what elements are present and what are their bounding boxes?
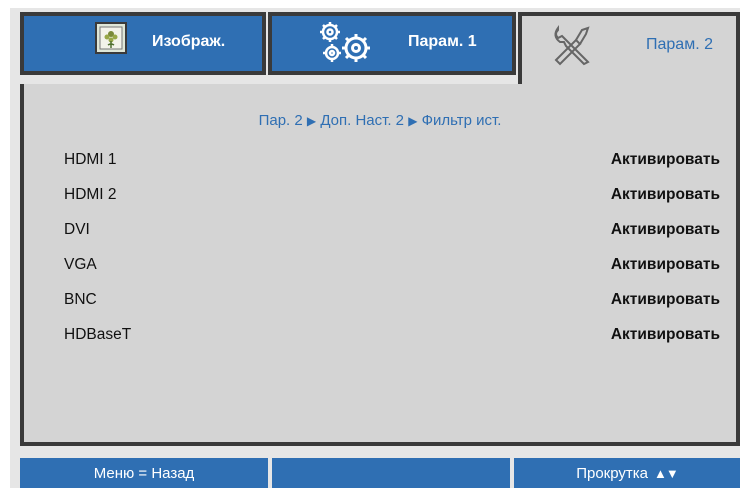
item-label: BNC [64,291,97,308]
footer-middle [272,458,510,488]
up-down-arrows-icon: ▲▼ [654,465,679,481]
footer-scroll-hint: Прокрутка ▲▼ [514,458,740,488]
triangle-right-icon: ▶ [408,114,418,128]
tab-params-1[interactable]: Парам. 1 [268,12,516,75]
list-item-hdmi2[interactable]: HDMI 2 Активировать [64,186,720,210]
list-item-dvi[interactable]: DVI Активировать [64,221,720,245]
breadcrumb: Пар. 2 ▶ Доп. Наст. 2 ▶ Фильтр ист. [24,112,736,129]
gears-icon [316,20,376,71]
item-value[interactable]: Активировать [611,186,720,204]
breadcrumb-item: Пар. 2 [258,112,303,129]
item-label: DVI [64,221,90,238]
footer-right-label: Прокрутка [576,464,649,482]
item-value[interactable]: Активировать [611,256,720,274]
item-label: HDMI 2 [64,186,117,203]
item-value[interactable]: Активировать [611,291,720,309]
tab-params-2[interactable]: Парам. 2 [518,12,740,84]
picture-icon [94,21,128,60]
tab-params-1-label: Парам. 1 [408,33,477,50]
item-value[interactable]: Активировать [611,151,720,169]
breadcrumb-item: Фильтр ист. [421,112,502,129]
list-item-bnc[interactable]: BNC Активировать [64,291,720,315]
item-label: HDMI 1 [64,151,117,168]
footer-left-label: Меню = Назад [93,464,195,482]
item-label: VGA [64,256,97,273]
tab-image[interactable]: Изображ. [20,12,266,75]
content-panel: Пар. 2 ▶ Доп. Наст. 2 ▶ Фильтр ист. HDMI… [20,84,740,446]
footer-back-hint: Меню = Назад [20,458,268,488]
item-label: HDBaseT [64,326,132,343]
item-value[interactable]: Активировать [611,221,720,239]
list-item-hdmi1[interactable]: HDMI 1 Активировать [64,151,720,175]
osd-menu: Изображ. Парам. 1 Парам. 2 Пар. 2 ▶ Доп.… [10,8,740,488]
item-value[interactable]: Активировать [611,326,720,344]
tab-image-label: Изображ. [152,33,226,50]
tab-params-2-label: Парам. 2 [646,36,713,53]
list-item-hdbaset[interactable]: HDBaseT Активировать [64,326,720,350]
list-item-vga[interactable]: VGA Активировать [64,256,720,280]
breadcrumb-item: Доп. Наст. 2 [320,112,405,129]
tools-icon [548,22,594,73]
triangle-right-icon: ▶ [306,114,317,128]
